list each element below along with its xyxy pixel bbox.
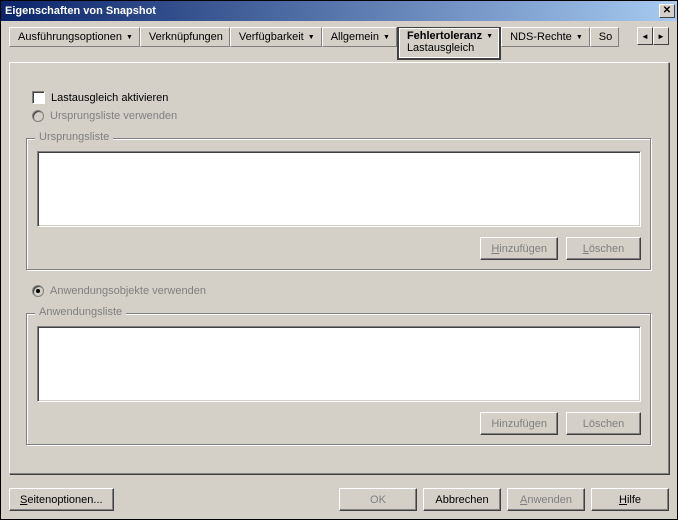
source-delete-button: Löschen bbox=[566, 237, 641, 260]
dialog-button-row: Seitenoptionen... OK Abbrechen Anwenden … bbox=[1, 482, 677, 519]
tab-label: Fehlertoleranz bbox=[407, 30, 482, 42]
enable-load-balancing-checkbox[interactable] bbox=[32, 91, 45, 104]
tab-label: NDS-Rechte bbox=[510, 31, 572, 43]
tab-label: Allgemein bbox=[331, 31, 379, 43]
use-source-list-row: Ursprungsliste verwenden bbox=[32, 110, 652, 122]
app-listbox[interactable] bbox=[37, 326, 641, 402]
tab-shortcuts[interactable]: Verknüpfungen bbox=[140, 27, 230, 47]
use-source-list-radio bbox=[32, 110, 44, 122]
chevron-down-icon: ▼ bbox=[308, 34, 315, 41]
content-area: Ausführungsoptionen ▼ Verknüpfungen Verf… bbox=[1, 21, 677, 482]
window-title: Eigenschaften von Snapshot bbox=[5, 5, 659, 17]
cancel-button[interactable]: Abbrechen bbox=[423, 488, 501, 511]
chevron-down-icon: ▼ bbox=[576, 34, 583, 41]
tab-label: Verknüpfungen bbox=[149, 31, 223, 43]
close-button[interactable]: ✕ bbox=[659, 4, 675, 18]
source-listbox[interactable] bbox=[37, 151, 641, 227]
help-button[interactable]: Hilfe bbox=[591, 488, 669, 511]
chevron-down-icon: ▼ bbox=[486, 33, 493, 40]
tab-label: Verfügbarkeit bbox=[239, 31, 304, 43]
source-list-group: Ursprungsliste Hinzufügen Löschen bbox=[26, 138, 652, 271]
tabs-container: Ausführungsoptionen ▼ Verknüpfungen Verf… bbox=[9, 27, 637, 63]
app-list-group: Anwendungsliste Hinzufügen Löschen bbox=[26, 313, 652, 446]
use-app-objects-row: Anwendungsobjekte verwenden bbox=[32, 285, 652, 297]
use-source-list-label: Ursprungsliste verwenden bbox=[50, 110, 177, 122]
tab-scroll-left-button[interactable]: ◄ bbox=[637, 27, 653, 45]
properties-dialog: Eigenschaften von Snapshot ✕ Ausführungs… bbox=[0, 0, 678, 520]
app-add-button: Hinzufügen bbox=[480, 412, 558, 435]
source-list-buttons: Hinzufügen Löschen bbox=[37, 237, 641, 260]
chevron-down-icon: ▼ bbox=[126, 34, 133, 41]
tab-scroll-controls: ◄ ► bbox=[637, 27, 669, 47]
tab-run-options[interactable]: Ausführungsoptionen ▼ bbox=[9, 27, 140, 47]
ok-button: OK bbox=[339, 488, 417, 511]
tab-nds-rights[interactable]: NDS-Rechte ▼ bbox=[501, 27, 590, 47]
chevron-down-icon: ▼ bbox=[383, 34, 390, 41]
source-list-group-title: Ursprungsliste bbox=[35, 131, 113, 143]
tab-panel-load-balancing: Lastausgleich aktivieren Ursprungsliste … bbox=[9, 62, 669, 474]
tab-availability[interactable]: Verfügbarkeit ▼ bbox=[230, 27, 322, 47]
use-app-objects-radio bbox=[32, 285, 44, 297]
app-list-group-title: Anwendungsliste bbox=[35, 306, 126, 318]
tab-scroll-right-button[interactable]: ► bbox=[653, 27, 669, 45]
tab-strip: Ausführungsoptionen ▼ Verknüpfungen Verf… bbox=[9, 27, 669, 63]
source-add-button: Hinzufügen bbox=[480, 237, 558, 260]
tab-sublabel: Lastausgleich bbox=[407, 42, 474, 54]
app-delete-button: Löschen bbox=[566, 412, 641, 435]
tab-label: Ausführungsoptionen bbox=[18, 31, 122, 43]
apply-button: Anwenden bbox=[507, 488, 585, 511]
tab-overflow[interactable]: So bbox=[590, 27, 619, 47]
app-list-buttons: Hinzufügen Löschen bbox=[37, 412, 641, 435]
enable-load-balancing-label: Lastausgleich aktivieren bbox=[51, 92, 168, 104]
tab-fault-tolerance[interactable]: Fehlertoleranz ▼ Lastausgleich bbox=[397, 27, 501, 60]
page-options-button[interactable]: Seitenoptionen... bbox=[9, 488, 114, 511]
tab-label: So bbox=[599, 31, 612, 43]
enable-load-balancing-row[interactable]: Lastausgleich aktivieren bbox=[32, 91, 652, 104]
use-app-objects-label: Anwendungsobjekte verwenden bbox=[50, 285, 206, 297]
titlebar: Eigenschaften von Snapshot ✕ bbox=[1, 1, 677, 21]
tab-general[interactable]: Allgemein ▼ bbox=[322, 27, 397, 47]
